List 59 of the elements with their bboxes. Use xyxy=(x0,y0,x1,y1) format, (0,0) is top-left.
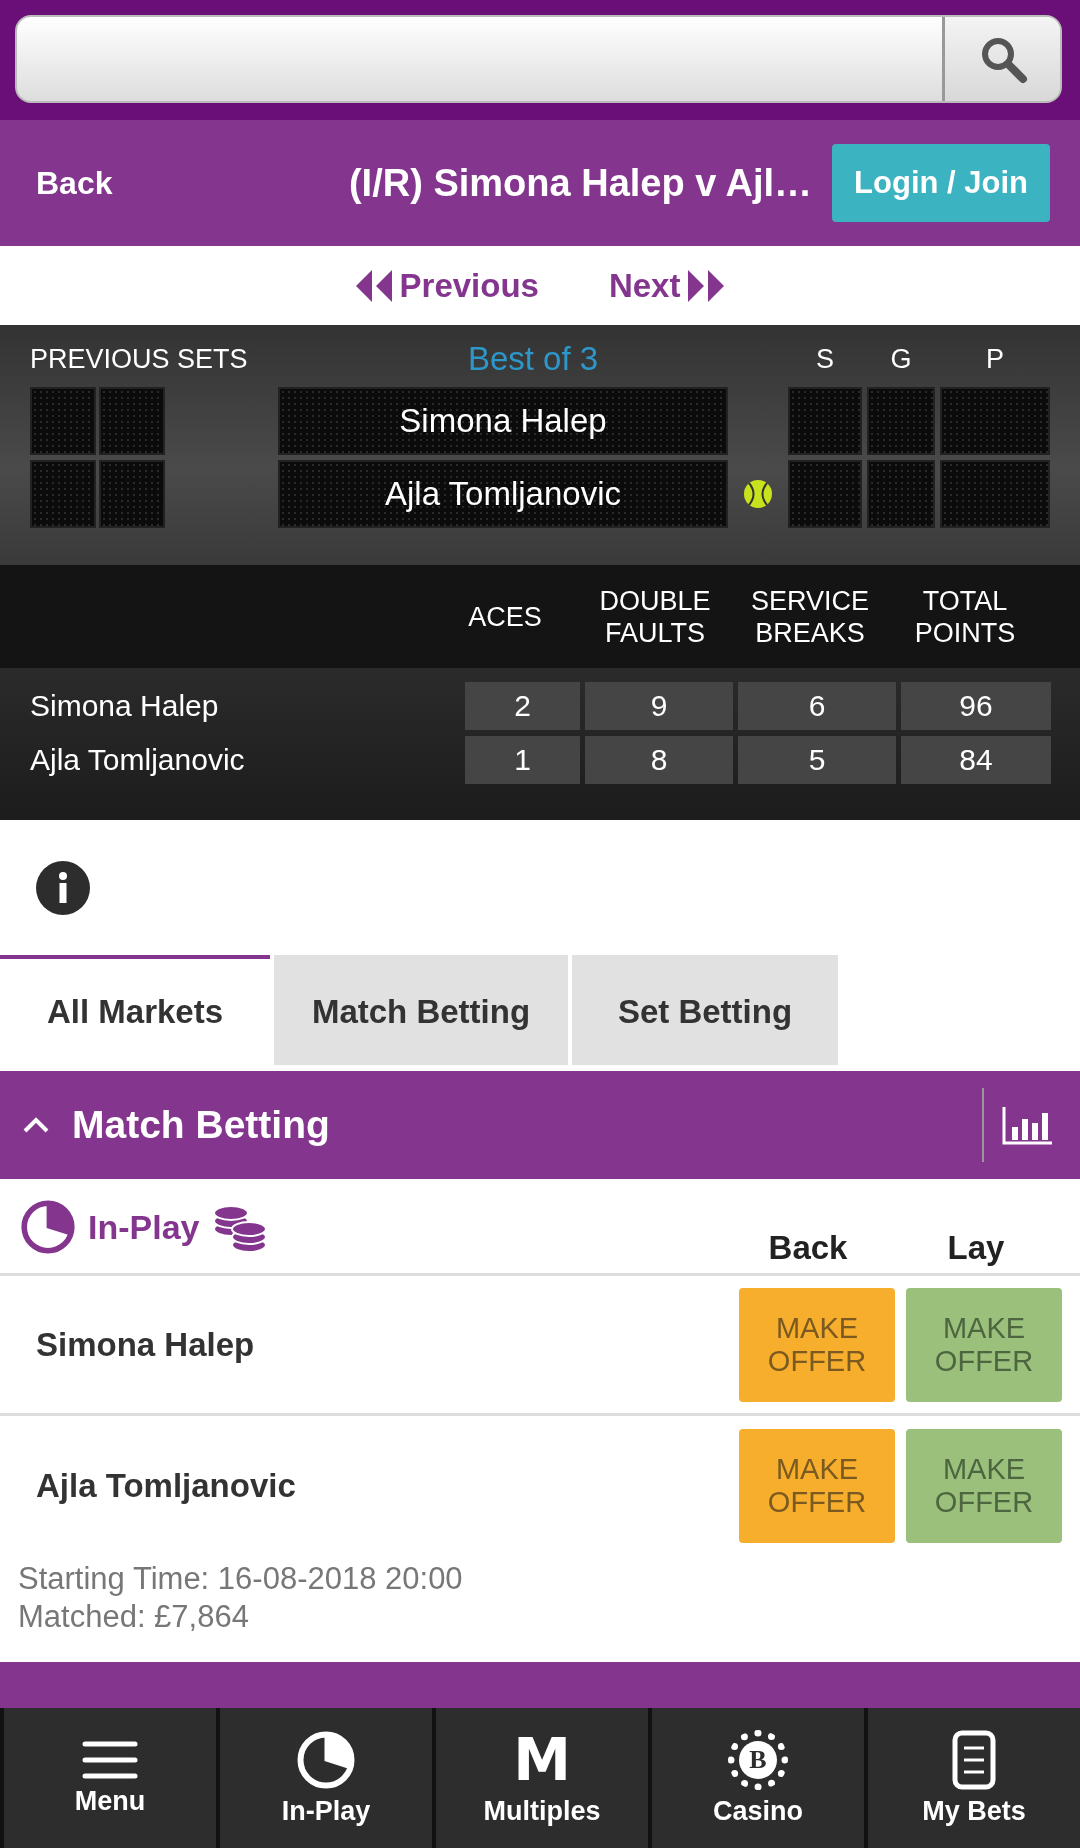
stat-column-header: DOUBLE FAULTS xyxy=(598,584,712,649)
nav-button[interactable]: In-Play xyxy=(220,1708,432,1848)
previous-sets-label: PREVIOUS SETS xyxy=(30,343,249,376)
score-column-label: S xyxy=(815,343,835,376)
chart-button[interactable] xyxy=(982,1088,1054,1162)
pie-chart-icon xyxy=(296,1729,356,1790)
stat-cell: 1 xyxy=(465,736,580,784)
stat-cell: 84 xyxy=(901,736,1051,784)
stat-cell: 5 xyxy=(738,736,896,784)
letter-icon: M xyxy=(513,1729,571,1790)
stat-cell: 6 xyxy=(738,682,896,730)
section-title: Match Betting xyxy=(72,1103,331,1147)
back-link[interactable]: Back xyxy=(36,164,256,202)
nav-button[interactable]: B Casino xyxy=(652,1708,864,1848)
pie-chart-icon xyxy=(20,1199,76,1255)
runner-name: Simona Halep xyxy=(36,1325,256,1364)
search-field[interactable] xyxy=(15,15,1062,103)
info-icon[interactable] xyxy=(35,859,91,916)
market-tab[interactable]: Set Betting xyxy=(572,955,838,1065)
bar-chart-icon xyxy=(1002,1105,1054,1145)
in-play-label: In-Play xyxy=(88,1207,200,1247)
score-display xyxy=(867,460,935,528)
next-link[interactable]: Next xyxy=(608,266,729,305)
score-display xyxy=(99,387,165,455)
score-column-label: G xyxy=(889,343,913,376)
market-tab[interactable]: Match Betting xyxy=(274,955,568,1065)
casino-chip-icon: B xyxy=(728,1729,788,1790)
player-name-display: Simona Halep xyxy=(278,387,728,455)
page-title: (I/R) Simona Halep v Ajl… xyxy=(347,161,814,205)
stat-cell: 96 xyxy=(901,682,1051,730)
menu-icon xyxy=(82,1739,138,1780)
tennis-ball-icon xyxy=(743,479,773,509)
bet-slip-icon xyxy=(952,1729,996,1790)
nav-button[interactable]: My Bets xyxy=(868,1708,1080,1848)
score-display xyxy=(30,387,96,455)
odds-column-header: Lay xyxy=(946,1229,1006,1267)
score-display xyxy=(30,460,96,528)
runner-name: Ajla Tomljanovic xyxy=(36,1467,297,1505)
odds-column-header: Back xyxy=(767,1229,849,1267)
chevron-up-icon[interactable] xyxy=(22,1116,50,1134)
stat-column-header: ACES xyxy=(467,600,543,633)
stat-cell: 8 xyxy=(585,736,733,784)
nav-button[interactable]: Menu xyxy=(4,1708,216,1848)
nav-button[interactable]: M Multiples xyxy=(436,1708,648,1848)
score-column-label: P xyxy=(985,343,1005,376)
starting-time: Starting Time: 16-08-2018 20:00 xyxy=(18,1560,464,1598)
previous-link[interactable]: Previous xyxy=(351,266,539,305)
stat-column-header: TOTAL POINTS xyxy=(913,584,1017,649)
score-display xyxy=(99,460,165,528)
stat-cell: 2 xyxy=(465,682,580,730)
player-name: Ajla Tomljanovic xyxy=(30,742,246,778)
matched-amount: Matched: £7,864 xyxy=(18,1598,250,1636)
player-name: Simona Halep xyxy=(30,688,220,724)
search-button[interactable] xyxy=(942,17,1060,101)
stat-column-header: SERVICE BREAKS xyxy=(749,584,870,649)
player-name-display: Ajla Tomljanovic xyxy=(278,460,728,528)
stat-cell: 9 xyxy=(585,682,733,730)
score-display xyxy=(867,387,935,455)
match-format: Best of 3 xyxy=(466,339,600,379)
